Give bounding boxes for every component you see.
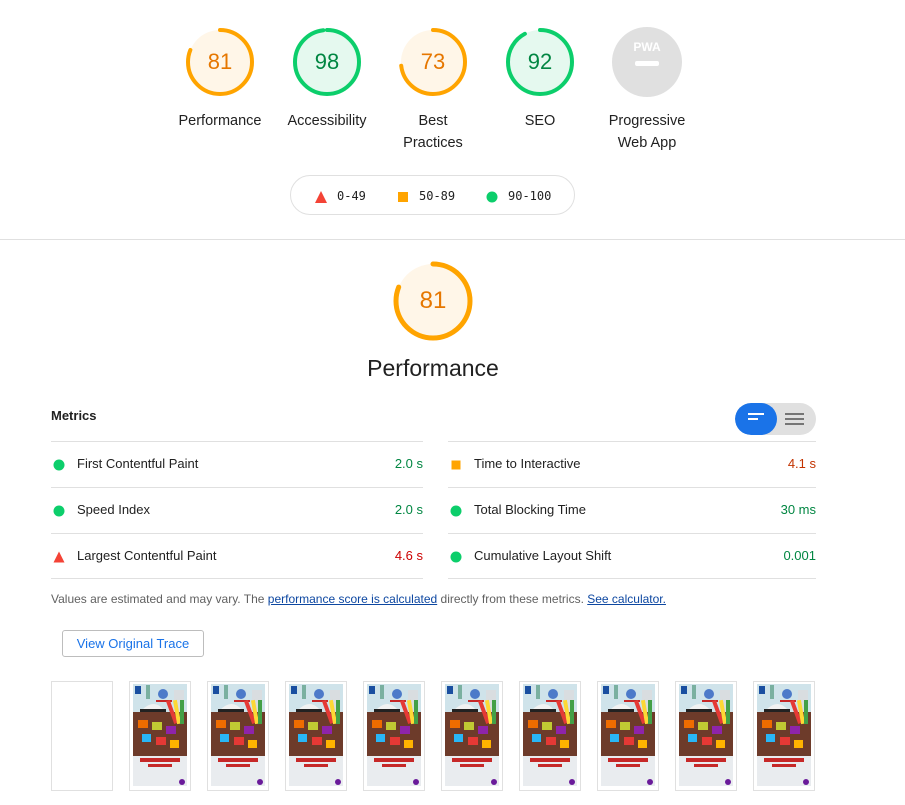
toggle-expanded-view[interactable] xyxy=(785,413,804,428)
gauge-score: 98 xyxy=(314,49,340,74)
gauge-accessibility[interactable]: 98 Accessibility xyxy=(272,26,382,132)
legend-range: 0-49 xyxy=(337,189,366,203)
view-original-trace-button[interactable]: View Original Trace xyxy=(62,630,204,657)
metric-row: Largest Contentful Paint 4.6 s xyxy=(51,533,423,579)
note-text: directly from these metrics. xyxy=(437,592,588,606)
filmstrip-frame xyxy=(519,681,581,791)
metric-name: Speed Index xyxy=(77,502,151,517)
pwa-badge-text: PWA xyxy=(633,40,661,54)
square-icon xyxy=(398,191,408,202)
gauge-score: 92 xyxy=(527,49,553,74)
triangle-icon xyxy=(315,190,327,203)
legend-item-fail: 0-49 xyxy=(315,188,366,204)
performance-score: 81 xyxy=(419,287,447,314)
triangle-icon xyxy=(53,551,65,563)
circle-icon xyxy=(53,505,65,517)
circle-icon xyxy=(53,459,65,471)
metric-name: Time to Interactive xyxy=(474,456,581,471)
legend-range: 90-100 xyxy=(508,189,552,203)
legend-item-average: 50-89 xyxy=(397,188,455,204)
metric-row: Speed Index 2.0 s xyxy=(51,487,423,533)
metric-value: 0.001 xyxy=(783,548,816,563)
gauge-performance[interactable]: 81 Performance xyxy=(165,26,275,132)
filmstrip-frame xyxy=(51,681,113,791)
legend-item-pass: 90-100 xyxy=(486,188,551,204)
gauge-label: Accessibility xyxy=(287,113,367,129)
toggle-compact-view[interactable] xyxy=(735,403,777,435)
metric-value: 30 ms xyxy=(780,502,816,517)
category-gauges: 81 Performance 98 Accessibility 73 Best … xyxy=(0,0,905,240)
see-calculator-link[interactable]: See calculator. xyxy=(587,592,666,606)
metric-name: First Contentful Paint xyxy=(77,456,199,471)
filmstrip-frame xyxy=(441,681,503,791)
gauge-ring: 98 xyxy=(291,26,363,98)
gauge-label: Progressive Web App xyxy=(608,113,686,151)
section-divider xyxy=(0,239,905,240)
metric-name: Cumulative Layout Shift xyxy=(474,548,612,563)
metrics-column-right: Time to Interactive 4.1 s Total Blocking T… xyxy=(448,441,816,579)
metrics-column-left: First Contentful Paint 2.0 s Speed Index 2.… xyxy=(51,441,423,579)
metric-row: Total Blocking Time 30 ms xyxy=(448,487,816,533)
gauge-label: Best Practices xyxy=(403,113,463,151)
score-legend: 0-49 50-89 90-100 xyxy=(290,175,575,215)
gauge-seo[interactable]: 92 SEO xyxy=(485,26,595,132)
metric-row: First Contentful Paint 2.0 s xyxy=(51,441,423,487)
metrics-heading: Metrics xyxy=(51,408,97,423)
filmstrip-frame xyxy=(207,681,269,791)
circle-icon xyxy=(450,551,462,563)
gauge-pwa[interactable]: PWA Progressive Web App xyxy=(592,26,702,154)
metric-name: Largest Contentful Paint xyxy=(77,548,217,563)
gauge-best-practices[interactable]: 73 Best Practices xyxy=(378,26,488,154)
metric-row: Time to Interactive 4.1 s xyxy=(448,441,816,487)
metrics-note: Values are estimated and may vary. The p… xyxy=(51,592,666,606)
score-calculated-link[interactable]: performance score is calculated xyxy=(268,592,437,606)
note-text: Values are estimated and may vary. The xyxy=(51,592,268,606)
performance-gauge: 81 xyxy=(392,260,474,342)
filmstrip-frame xyxy=(363,681,425,791)
circle-icon xyxy=(486,191,498,202)
gauge-score: 81 xyxy=(207,49,233,74)
gauge-label: SEO xyxy=(524,113,556,129)
gauge-ring: 92 xyxy=(504,26,576,98)
metric-value: 2.0 s xyxy=(394,456,423,471)
performance-title: Performance xyxy=(367,355,499,381)
metric-name: Total Blocking Time xyxy=(474,502,586,517)
filmstrip-frame xyxy=(129,681,191,791)
metric-value: 4.1 s xyxy=(787,456,816,471)
metrics-view-toggle[interactable] xyxy=(735,403,816,435)
pwa-badge-icon: PWA xyxy=(611,26,683,98)
gauge-ring: 73 xyxy=(397,26,469,98)
metric-row: Cumulative Layout Shift 0.001 xyxy=(448,533,816,579)
gauge-label: Performance xyxy=(178,113,262,129)
metric-value: 2.0 s xyxy=(394,502,423,517)
gauge-score: 73 xyxy=(420,49,446,74)
legend-range: 50-89 xyxy=(419,189,456,203)
filmstrip-frame xyxy=(285,681,347,791)
metric-value: 4.6 s xyxy=(394,548,423,563)
filmstrip-frame xyxy=(753,681,815,791)
square-icon xyxy=(451,460,461,470)
gauge-ring: 81 xyxy=(184,26,256,98)
circle-icon xyxy=(450,505,462,517)
filmstrip-frame xyxy=(597,681,659,791)
filmstrip-frame xyxy=(675,681,737,791)
